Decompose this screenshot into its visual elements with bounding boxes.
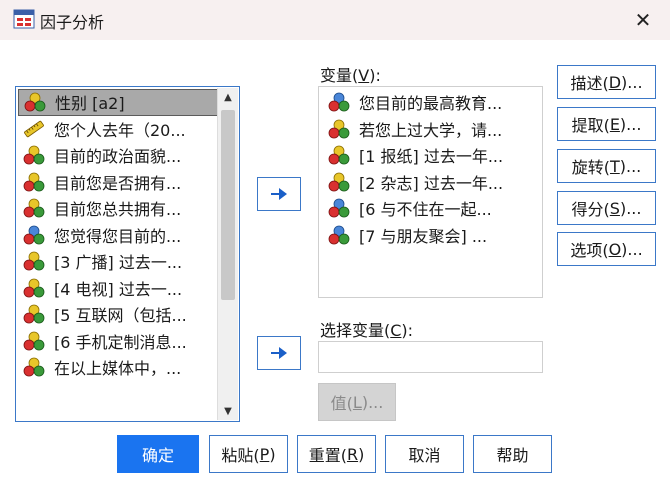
scroll-down-button[interactable]: ▼ bbox=[218, 402, 238, 420]
ordinal-variable-icon bbox=[23, 225, 45, 245]
nominal-variable-icon bbox=[23, 198, 45, 218]
nominal-variable-icon bbox=[328, 145, 350, 165]
nominal-variable-icon bbox=[23, 357, 45, 377]
list-item-label: [4 电视] 过去一... bbox=[54, 279, 183, 299]
extraction-button[interactable]: 提取(E)... bbox=[557, 107, 656, 141]
list-item[interactable]: 您目前的最高教育... bbox=[323, 89, 538, 116]
source-variable-items: 性别 [a2] 您个人去年（20... 目前的政治面貌... 目前您是否拥有... 目前… bbox=[18, 89, 221, 381]
list-item[interactable]: 性别 [a2] bbox=[18, 89, 221, 116]
nominal-variable-icon bbox=[23, 278, 45, 298]
list-item-label: [6 手机定制消息... bbox=[54, 332, 187, 352]
move-to-selection-button[interactable] bbox=[257, 336, 301, 370]
nominal-variable-icon bbox=[23, 304, 45, 324]
list-item[interactable]: 目前的政治面貌... bbox=[18, 142, 221, 169]
list-item[interactable]: [5 互联网（包括... bbox=[18, 301, 221, 328]
source-list-scrollbar[interactable]: ▲ ▼ bbox=[217, 88, 238, 420]
help-button[interactable]: 帮助 bbox=[473, 435, 552, 473]
nominal-variable-icon bbox=[23, 172, 45, 192]
close-button[interactable]: ✕ bbox=[626, 5, 660, 35]
list-item-label: 目前您是否拥有... bbox=[54, 173, 182, 193]
selection-variable-label: 选择变量(C): bbox=[320, 321, 414, 340]
descriptives-button[interactable]: 描述(D)... bbox=[557, 65, 656, 99]
scroll-thumb[interactable] bbox=[221, 110, 235, 300]
source-variable-list[interactable]: 性别 [a2] 您个人去年（20... 目前的政治面貌... 目前您是否拥有... 目前… bbox=[15, 86, 240, 422]
list-item-label: 您觉得您目前的... bbox=[54, 226, 182, 246]
list-item[interactable]: 您觉得您目前的... bbox=[18, 222, 221, 249]
ordinal-variable-icon bbox=[328, 225, 350, 245]
list-item[interactable]: [2 杂志] 过去一年... bbox=[323, 169, 538, 196]
options-button[interactable]: 选项(O)... bbox=[557, 232, 656, 266]
scroll-up-button[interactable]: ▲ bbox=[218, 88, 238, 106]
list-item[interactable]: [4 电视] 过去一... bbox=[18, 275, 221, 302]
variables-label: 变量(V): bbox=[320, 66, 381, 85]
rotation-button[interactable]: 旋转(T)... bbox=[557, 149, 656, 183]
list-item[interactable]: 若您上过大学，请... bbox=[323, 116, 538, 143]
nominal-variable-icon bbox=[328, 119, 350, 139]
list-item-label: 性别 [a2] bbox=[55, 94, 125, 114]
list-item-label: 目前您总共拥有... bbox=[54, 200, 182, 220]
list-item-label: [2 杂志] 过去一年... bbox=[359, 173, 504, 193]
list-item-label: 目前的政治面貌... bbox=[54, 147, 182, 167]
list-item-label: [5 互联网（包括... bbox=[54, 306, 187, 326]
nominal-variable-icon bbox=[23, 251, 45, 271]
spss-app-icon bbox=[13, 9, 35, 29]
list-item[interactable]: 目前您总共拥有... bbox=[18, 195, 221, 222]
window-title: 因子分析 bbox=[40, 13, 105, 32]
value-button[interactable]: 值(L)... bbox=[318, 383, 396, 421]
ok-button[interactable]: 确定 bbox=[117, 435, 199, 473]
list-item-label: 您目前的最高教育... bbox=[359, 94, 503, 114]
list-item[interactable]: 目前您是否拥有... bbox=[18, 169, 221, 196]
chevron-down-icon: ▼ bbox=[224, 405, 232, 417]
nominal-variable-icon bbox=[24, 92, 46, 112]
nominal-variable-icon bbox=[23, 331, 45, 351]
list-item[interactable]: 在以上媒体中，... bbox=[18, 354, 221, 381]
paste-button[interactable]: 粘贴(P) bbox=[209, 435, 288, 473]
scores-button[interactable]: 得分(S)... bbox=[557, 191, 656, 225]
ordinal-variable-icon bbox=[328, 92, 350, 112]
title-bar: 因子分析 ✕ bbox=[0, 0, 670, 40]
list-item[interactable]: [6 与不住在一起... bbox=[323, 195, 538, 222]
variables-list[interactable]: 您目前的最高教育... 若您上过大学，请... [1 报纸] 过去一年... [2 杂… bbox=[318, 86, 543, 298]
list-item[interactable]: [7 与朋友聚会] ... bbox=[323, 222, 538, 249]
variables-items: 您目前的最高教育... 若您上过大学，请... [1 报纸] 过去一年... [2 杂… bbox=[323, 89, 538, 248]
list-item[interactable]: [3 广播] 过去一... bbox=[18, 248, 221, 275]
arrow-right-icon bbox=[269, 185, 289, 203]
list-item-label: [3 广播] 过去一... bbox=[54, 253, 183, 273]
chevron-up-icon: ▲ bbox=[224, 91, 232, 103]
scale-variable-icon bbox=[23, 119, 45, 139]
list-item-label: [1 报纸] 过去一年... bbox=[359, 147, 504, 167]
cancel-button[interactable]: 取消 bbox=[385, 435, 464, 473]
ordinal-variable-icon bbox=[328, 198, 350, 218]
list-item[interactable]: 您个人去年（20... bbox=[18, 116, 221, 143]
nominal-variable-icon bbox=[328, 172, 350, 192]
nominal-variable-icon bbox=[23, 145, 45, 165]
list-item-label: [6 与不住在一起... bbox=[359, 200, 492, 220]
selection-variable-field[interactable] bbox=[318, 341, 543, 373]
list-item-label: 您个人去年（20... bbox=[54, 120, 186, 140]
list-item-label: 若您上过大学，请... bbox=[359, 120, 503, 140]
close-icon: ✕ bbox=[634, 8, 652, 32]
list-item-label: [7 与朋友聚会] ... bbox=[359, 226, 488, 246]
list-item[interactable]: [1 报纸] 过去一年... bbox=[323, 142, 538, 169]
move-to-variables-button[interactable] bbox=[257, 177, 301, 211]
list-item-label: 在以上媒体中，... bbox=[54, 359, 182, 379]
arrow-right-icon bbox=[269, 344, 289, 362]
list-item[interactable]: [6 手机定制消息... bbox=[18, 328, 221, 355]
reset-button[interactable]: 重置(R) bbox=[297, 435, 376, 473]
